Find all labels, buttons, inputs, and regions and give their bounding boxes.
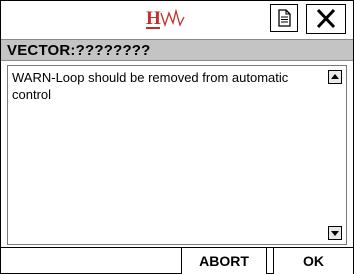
scroll-up-arrow-icon[interactable] [328,70,342,84]
hw-logo: H [146,8,185,29]
button-bar: ABORT OK [1,247,353,274]
abort-button[interactable]: ABORT [181,248,267,274]
header-title: VECTOR:???????? [7,42,151,59]
svg-text:H: H [146,8,161,29]
scroll-down-arrow-icon[interactable] [328,226,342,240]
message-dialog: H VECTOR:???????? WARN-Loop should be re… [0,0,354,274]
document-icon [278,9,291,27]
dialog-header: VECTOR:???????? [1,39,353,61]
ok-button[interactable]: OK [273,248,353,274]
close-button[interactable] [306,4,346,34]
abort-button-label: ABORT [199,253,249,269]
close-icon [316,8,336,29]
message-box[interactable]: WARN-Loop should be removed from automat… [7,65,347,245]
ok-button-label: OK [303,253,324,269]
message-text: WARN-Loop should be removed from automat… [12,70,289,102]
document-button[interactable] [270,4,298,32]
title-bar: H [1,1,353,37]
